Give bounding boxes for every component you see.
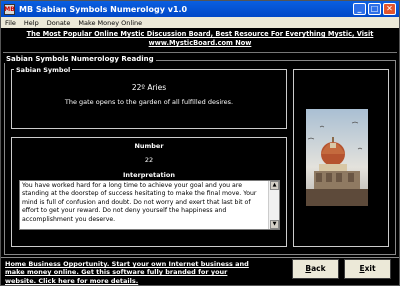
interpretation-text: You have worked hard for a long time to … bbox=[22, 182, 257, 223]
interpretation-label: Interpretation bbox=[123, 171, 175, 179]
home-business-promo-link[interactable]: Home Business Opportunity. Start your ow… bbox=[5, 260, 285, 285]
window-title: MB Sabian Symbols Numerology v1.0 bbox=[19, 4, 188, 14]
back-button[interactable]: Back bbox=[292, 259, 339, 279]
promo-line-3[interactable]: website. Click here for more details. bbox=[5, 277, 285, 285]
symbol-description: The gate opens to the garden of all fulf… bbox=[64, 98, 234, 106]
menu-make-money-online[interactable]: Make Money Online bbox=[74, 19, 146, 27]
minimize-button[interactable]: _ bbox=[353, 3, 366, 15]
exit-button[interactable]: Exit bbox=[344, 259, 391, 279]
number-value: 22 bbox=[144, 156, 154, 164]
scroll-up-icon[interactable]: ▲ bbox=[270, 181, 279, 190]
title-bar[interactable]: MB MB Sabian Symbols Numerology v1.0 _ □… bbox=[1, 1, 399, 17]
close-button[interactable]: ✕ bbox=[383, 3, 396, 15]
number-label: Number bbox=[134, 142, 164, 150]
banner-line-2[interactable]: www.MysticBoard.com Now bbox=[3, 39, 397, 48]
back-button-label: ack bbox=[311, 264, 326, 273]
interpretation-textarea[interactable]: You have worked hard for a long time to … bbox=[19, 180, 280, 230]
scroll-down-icon[interactable]: ▼ bbox=[270, 220, 279, 229]
menu-file[interactable]: File bbox=[1, 19, 20, 27]
menu-help[interactable]: Help bbox=[20, 19, 43, 27]
interpretation-scrollbar[interactable]: ▲ ▼ bbox=[268, 181, 279, 229]
menu-bar: File Help Donate Make Money Online bbox=[1, 17, 399, 28]
banner-line-1[interactable]: The Most Popular Online Mystic Discussio… bbox=[3, 30, 397, 39]
menu-donate[interactable]: Donate bbox=[43, 19, 75, 27]
sabian-symbol-title: Sabian Symbol bbox=[14, 66, 73, 74]
app-icon: MB bbox=[4, 3, 15, 15]
footer-divider bbox=[1, 257, 399, 258]
app-window: MB MB Sabian Symbols Numerology v1.0 _ □… bbox=[0, 0, 400, 286]
divider bbox=[3, 52, 397, 53]
mystic-board-banner-link[interactable]: The Most Popular Online Mystic Discussio… bbox=[3, 30, 397, 50]
window-controls: _ □ ✕ bbox=[353, 3, 396, 15]
cathedral-illustration bbox=[306, 109, 368, 206]
promo-line-2[interactable]: make money online. Get this software ful… bbox=[5, 268, 285, 276]
cathedral-image bbox=[306, 109, 368, 206]
reading-title: Sabian Symbols Numerology Reading bbox=[4, 55, 156, 63]
maximize-button[interactable]: □ bbox=[368, 3, 381, 15]
symbol-degree: 22º Aries bbox=[131, 83, 167, 92]
exit-button-label: xit bbox=[364, 264, 376, 273]
promo-line-1[interactable]: Home Business Opportunity. Start your ow… bbox=[5, 260, 285, 268]
